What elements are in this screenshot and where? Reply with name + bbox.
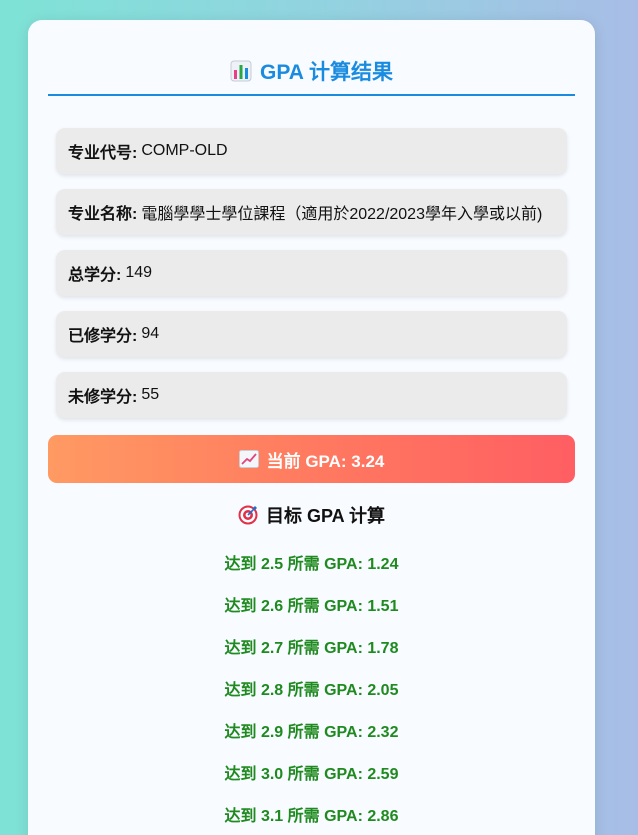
info-major-name: 专业名称: 電腦學學士學位課程（適用於2022/2023學年入學或以前) (56, 189, 567, 235)
target-gpa-list: 达到 2.5 所需 GPA: 1.24 达到 2.6 所需 GPA: 1.51 … (28, 554, 595, 835)
page-title-row: GPA 计算结果 (48, 60, 575, 96)
bar-chart-icon (230, 60, 252, 82)
info-label: 专业名称: (68, 206, 138, 223)
info-label: 已修学分: (68, 328, 138, 345)
info-value: 149 (125, 264, 153, 281)
info-value: 電腦學學士學位課程（適用於2022/2023學年入學或以前) (141, 206, 543, 223)
target-icon (238, 505, 258, 525)
target-gpa-item: 达到 2.7 所需 GPA: 1.78 (224, 640, 399, 657)
info-value: 94 (141, 325, 160, 342)
target-gpa-heading-text: 目标 GPA 计算 (265, 506, 385, 526)
current-gpa-banner: 当前 GPA: 3.24 (48, 435, 575, 483)
target-gpa-item: 达到 2.5 所需 GPA: 1.24 (224, 556, 399, 573)
info-completed-credits: 已修学分: 94 (56, 311, 567, 357)
info-value: 55 (141, 386, 160, 403)
result-card: GPA 计算结果 专业代号: COMP-OLD 专业名称: 電腦學學士學位課程（… (28, 20, 595, 835)
target-gpa-item: 达到 3.0 所需 GPA: 2.59 (224, 766, 399, 783)
info-remaining-credits: 未修学分: 55 (56, 372, 567, 418)
info-label: 未修学分: (68, 389, 138, 406)
info-label: 总学分: (68, 267, 122, 284)
target-gpa-item: 达到 3.1 所需 GPA: 2.86 (224, 808, 399, 825)
target-gpa-item: 达到 2.8 所需 GPA: 2.05 (224, 682, 399, 699)
info-value: COMP-OLD (141, 142, 228, 159)
page-title: GPA 计算结果 (259, 61, 393, 84)
info-major-code: 专业代号: COMP-OLD (56, 128, 567, 174)
target-gpa-heading: 目标 GPA 计算 (28, 502, 595, 528)
trending-up-icon (238, 450, 259, 468)
current-gpa-text: 当前 GPA: 3.24 (266, 451, 385, 471)
target-gpa-item: 达到 2.9 所需 GPA: 2.32 (224, 724, 399, 741)
info-total-credits: 总学分: 149 (56, 250, 567, 296)
target-gpa-item: 达到 2.6 所需 GPA: 1.51 (224, 598, 399, 615)
info-label: 专业代号: (68, 145, 138, 162)
